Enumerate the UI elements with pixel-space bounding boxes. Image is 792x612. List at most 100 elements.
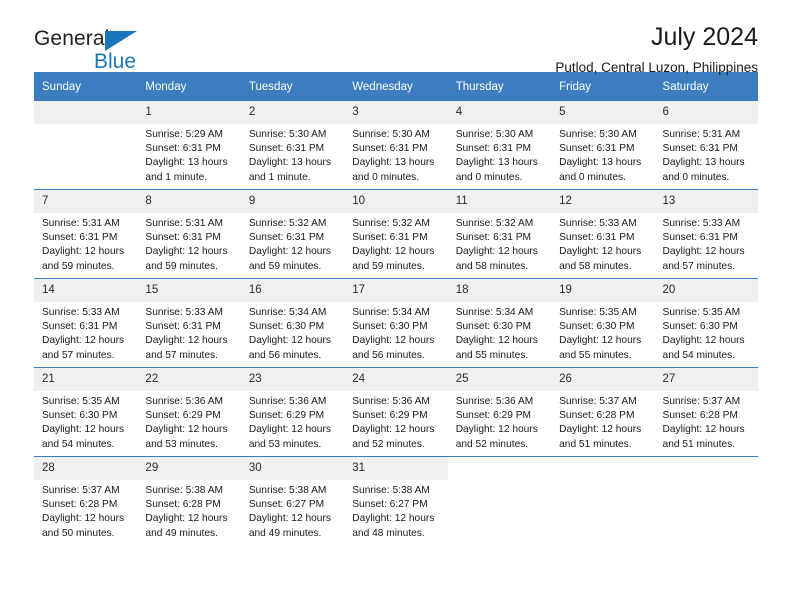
sunrise-text: Sunrise: 5:33 AM (662, 218, 741, 229)
day-sun-info: Sunrise: 5:30 AM Sunset: 6:31 PM Daylight:… (551, 124, 654, 185)
day-number: 3 (344, 101, 448, 124)
sunrise-text: Sunrise: 5:35 AM (559, 307, 637, 318)
calendar-day-cell[interactable]: 5 Sunrise: 5:30 AM Sunset: 6:31 PM Daylight… (551, 101, 655, 190)
calendar-day-cell[interactable]: 12 Sunrise: 5:33 AM Sunset: 6:31 PM Dayligh… (551, 189, 655, 279)
daylight-text-line1: Daylight: 12 hours (145, 246, 228, 258)
daylight-text-line2: and 1 minute. (145, 171, 208, 183)
daylight-text-line2: and 49 minutes. (248, 527, 322, 539)
calendar-day-cell[interactable]: 29 Sunrise: 5:38 AM Sunset: 6:28 PM Dayligh… (137, 456, 241, 545)
sunset-text: Sunset: 6:29 PM (248, 410, 325, 422)
page-title: July 2024 (650, 23, 758, 51)
logo-text-general: General (34, 27, 110, 50)
calendar-day-cell[interactable]: 13 Sunrise: 5:33 AM Sunset: 6:31 PM Dayligh… (654, 189, 758, 279)
sunrise-text: Sunrise: 5:36 AM (145, 396, 224, 407)
calendar-day-cell[interactable]: 20 Sunrise: 5:35 AM Sunset: 6:30 PM Dayligh… (654, 278, 758, 368)
daylight-text-line2: and 59 minutes. (248, 260, 322, 272)
day-sun-info: Sunrise: 5:37 AM Sunset: 6:28 PM Daylight:… (655, 391, 758, 452)
daylight-text-line2: and 57 minutes. (145, 349, 218, 361)
day-sun-info: Sunrise: 5:37 AM Sunset: 6:28 PM Daylight:… (34, 480, 137, 541)
day-number: 24 (344, 368, 448, 391)
day-sun-info: Sunrise: 5:36 AM Sunset: 6:29 PM Daylight:… (241, 391, 344, 452)
day-number: 11 (447, 190, 552, 213)
calendar-day-cell[interactable]: 2 Sunrise: 5:30 AM Sunset: 6:31 PM Daylight… (240, 101, 345, 190)
general-blue-logo[interactable]: General Blue (34, 27, 137, 73)
daylight-text-line1: Daylight: 12 hours (145, 424, 228, 436)
sunset-text: Sunset: 6:31 PM (145, 232, 221, 244)
calendar-day-cell[interactable]: 21 Sunrise: 5:35 AM Sunset: 6:30 PM Dayligh… (34, 367, 138, 457)
daylight-text-line2: and 57 minutes. (662, 260, 736, 272)
calendar-day-cell[interactable]: 11 Sunrise: 5:32 AM Sunset: 6:31 PM Dayligh… (447, 189, 552, 279)
day-number: 26 (551, 368, 655, 391)
calendar-day-cell[interactable]: 17 Sunrise: 5:34 AM Sunset: 6:30 PM Dayligh… (344, 278, 448, 368)
day-number (34, 101, 138, 124)
calendar-day-cell[interactable]: 4 Sunrise: 5:30 AM Sunset: 6:31 PM Daylight… (447, 101, 552, 190)
day-number: 28 (34, 457, 138, 480)
sunrise-text: Sunrise: 5:31 AM (42, 218, 120, 229)
sunset-text: Sunset: 6:30 PM (42, 410, 118, 422)
calendar-day-cell[interactable]: 23 Sunrise: 5:36 AM Sunset: 6:29 PM Dayligh… (240, 367, 345, 457)
calendar-day-cell[interactable]: 26 Sunrise: 5:37 AM Sunset: 6:28 PM Dayligh… (551, 367, 655, 457)
sunrise-text: Sunrise: 5:34 AM (248, 307, 327, 318)
calendar-day-cell[interactable]: 18 Sunrise: 5:34 AM Sunset: 6:30 PM Dayligh… (447, 278, 552, 368)
sunset-text: Sunset: 6:31 PM (455, 232, 532, 244)
daylight-text-line1: Daylight: 13 hours (352, 157, 435, 169)
calendar-day-cell[interactable]: 6 Sunrise: 5:31 AM Sunset: 6:31 PM Daylight… (654, 101, 758, 190)
daylight-text-line2: and 1 minute. (248, 171, 311, 183)
calendar-day-cell[interactable]: 30 Sunrise: 5:38 AM Sunset: 6:27 PM Dayligh… (240, 456, 345, 545)
daylight-text-line1: Daylight: 12 hours (662, 246, 745, 258)
daylight-text-line2: and 59 minutes. (42, 260, 115, 272)
day-sun-info: Sunrise: 5:32 AM Sunset: 6:31 PM Daylight:… (241, 213, 344, 274)
logo-text-general-row: General (34, 27, 137, 51)
day-number (447, 457, 552, 480)
calendar-day-cell[interactable]: 3 Sunrise: 5:30 AM Sunset: 6:31 PM Daylight… (344, 101, 448, 190)
calendar-day-cell[interactable]: 10 Sunrise: 5:32 AM Sunset: 6:31 PM Dayligh… (344, 189, 448, 279)
daylight-text-line1: Daylight: 12 hours (352, 424, 435, 436)
daylight-text-line1: Daylight: 12 hours (352, 513, 435, 525)
calendar-day-cell[interactable]: 9 Sunrise: 5:32 AM Sunset: 6:31 PM Daylight… (240, 189, 345, 279)
sunset-text: Sunset: 6:31 PM (145, 143, 221, 155)
calendar-day-cell-empty (654, 456, 758, 545)
sunrise-text: Sunrise: 5:34 AM (352, 307, 430, 318)
daylight-text-line1: Daylight: 12 hours (662, 335, 745, 347)
daylight-text-line2: and 48 minutes. (352, 527, 425, 539)
sunrise-text: Sunrise: 5:35 AM (42, 396, 120, 407)
calendar-day-cell[interactable]: 14 Sunrise: 5:33 AM Sunset: 6:31 PM Dayligh… (34, 278, 138, 368)
daylight-text-line2: and 53 minutes. (145, 438, 218, 450)
day-number: 25 (447, 368, 552, 391)
sunset-text: Sunset: 6:27 PM (352, 499, 428, 511)
day-number: 6 (654, 101, 758, 124)
calendar-day-cell[interactable]: 28 Sunrise: 5:37 AM Sunset: 6:28 PM Dayligh… (34, 456, 138, 545)
calendar-day-cell[interactable]: 1 Sunrise: 5:29 AM Sunset: 6:31 PM Daylight… (137, 101, 241, 190)
calendar-day-cell[interactable]: 8 Sunrise: 5:31 AM Sunset: 6:31 PM Daylight… (137, 189, 241, 279)
day-sun-info: Sunrise: 5:31 AM Sunset: 6:31 PM Daylight:… (655, 124, 758, 185)
calendar-day-cell[interactable]: 16 Sunrise: 5:34 AM Sunset: 6:30 PM Dayligh… (240, 278, 345, 368)
sunrise-text: Sunrise: 5:36 AM (248, 396, 327, 407)
calendar-day-cell[interactable]: 22 Sunrise: 5:36 AM Sunset: 6:29 PM Dayligh… (137, 367, 241, 457)
calendar-day-cell[interactable]: 25 Sunrise: 5:36 AM Sunset: 6:29 PM Dayligh… (447, 367, 552, 457)
day-sun-info: Sunrise: 5:35 AM Sunset: 6:30 PM Daylight:… (551, 302, 654, 363)
sunset-text: Sunset: 6:28 PM (662, 410, 738, 422)
daylight-text-line1: Daylight: 12 hours (248, 246, 331, 258)
sunrise-text: Sunrise: 5:30 AM (248, 129, 327, 140)
calendar-day-cell[interactable]: 27 Sunrise: 5:37 AM Sunset: 6:28 PM Dayligh… (654, 367, 758, 457)
calendar-day-cell[interactable]: 31 Sunrise: 5:38 AM Sunset: 6:27 PM Dayligh… (344, 456, 448, 545)
sunset-text: Sunset: 6:27 PM (248, 499, 325, 511)
calendar-page: General Blue July 2024 Putlod, Central L… (0, 0, 792, 612)
calendar-day-cell[interactable]: 7 Sunrise: 5:31 AM Sunset: 6:31 PM Daylight… (34, 189, 138, 279)
sunrise-text: Sunrise: 5:31 AM (145, 218, 224, 229)
day-number: 10 (344, 190, 448, 213)
sunset-text: Sunset: 6:31 PM (42, 232, 118, 244)
weekday-header-thursday: Thursday (447, 72, 552, 101)
sunset-text: Sunset: 6:31 PM (662, 143, 738, 155)
calendar-day-cell[interactable]: 19 Sunrise: 5:35 AM Sunset: 6:30 PM Dayligh… (551, 278, 655, 368)
calendar-day-cell[interactable]: 24 Sunrise: 5:36 AM Sunset: 6:29 PM Dayligh… (344, 367, 448, 457)
daylight-text-line1: Daylight: 12 hours (145, 335, 228, 347)
sunset-text: Sunset: 6:30 PM (559, 321, 635, 333)
daylight-text-line1: Daylight: 12 hours (559, 246, 642, 258)
page-subtitle-location: Putlod, Central Luzon, Philippines (555, 60, 758, 75)
daylight-text-line1: Daylight: 12 hours (42, 246, 125, 258)
daylight-text-line1: Daylight: 12 hours (352, 246, 435, 258)
day-sun-info: Sunrise: 5:35 AM Sunset: 6:30 PM Daylight:… (655, 302, 758, 363)
sunset-text: Sunset: 6:31 PM (455, 143, 532, 155)
calendar-day-cell[interactable]: 15 Sunrise: 5:33 AM Sunset: 6:31 PM Dayligh… (137, 278, 241, 368)
